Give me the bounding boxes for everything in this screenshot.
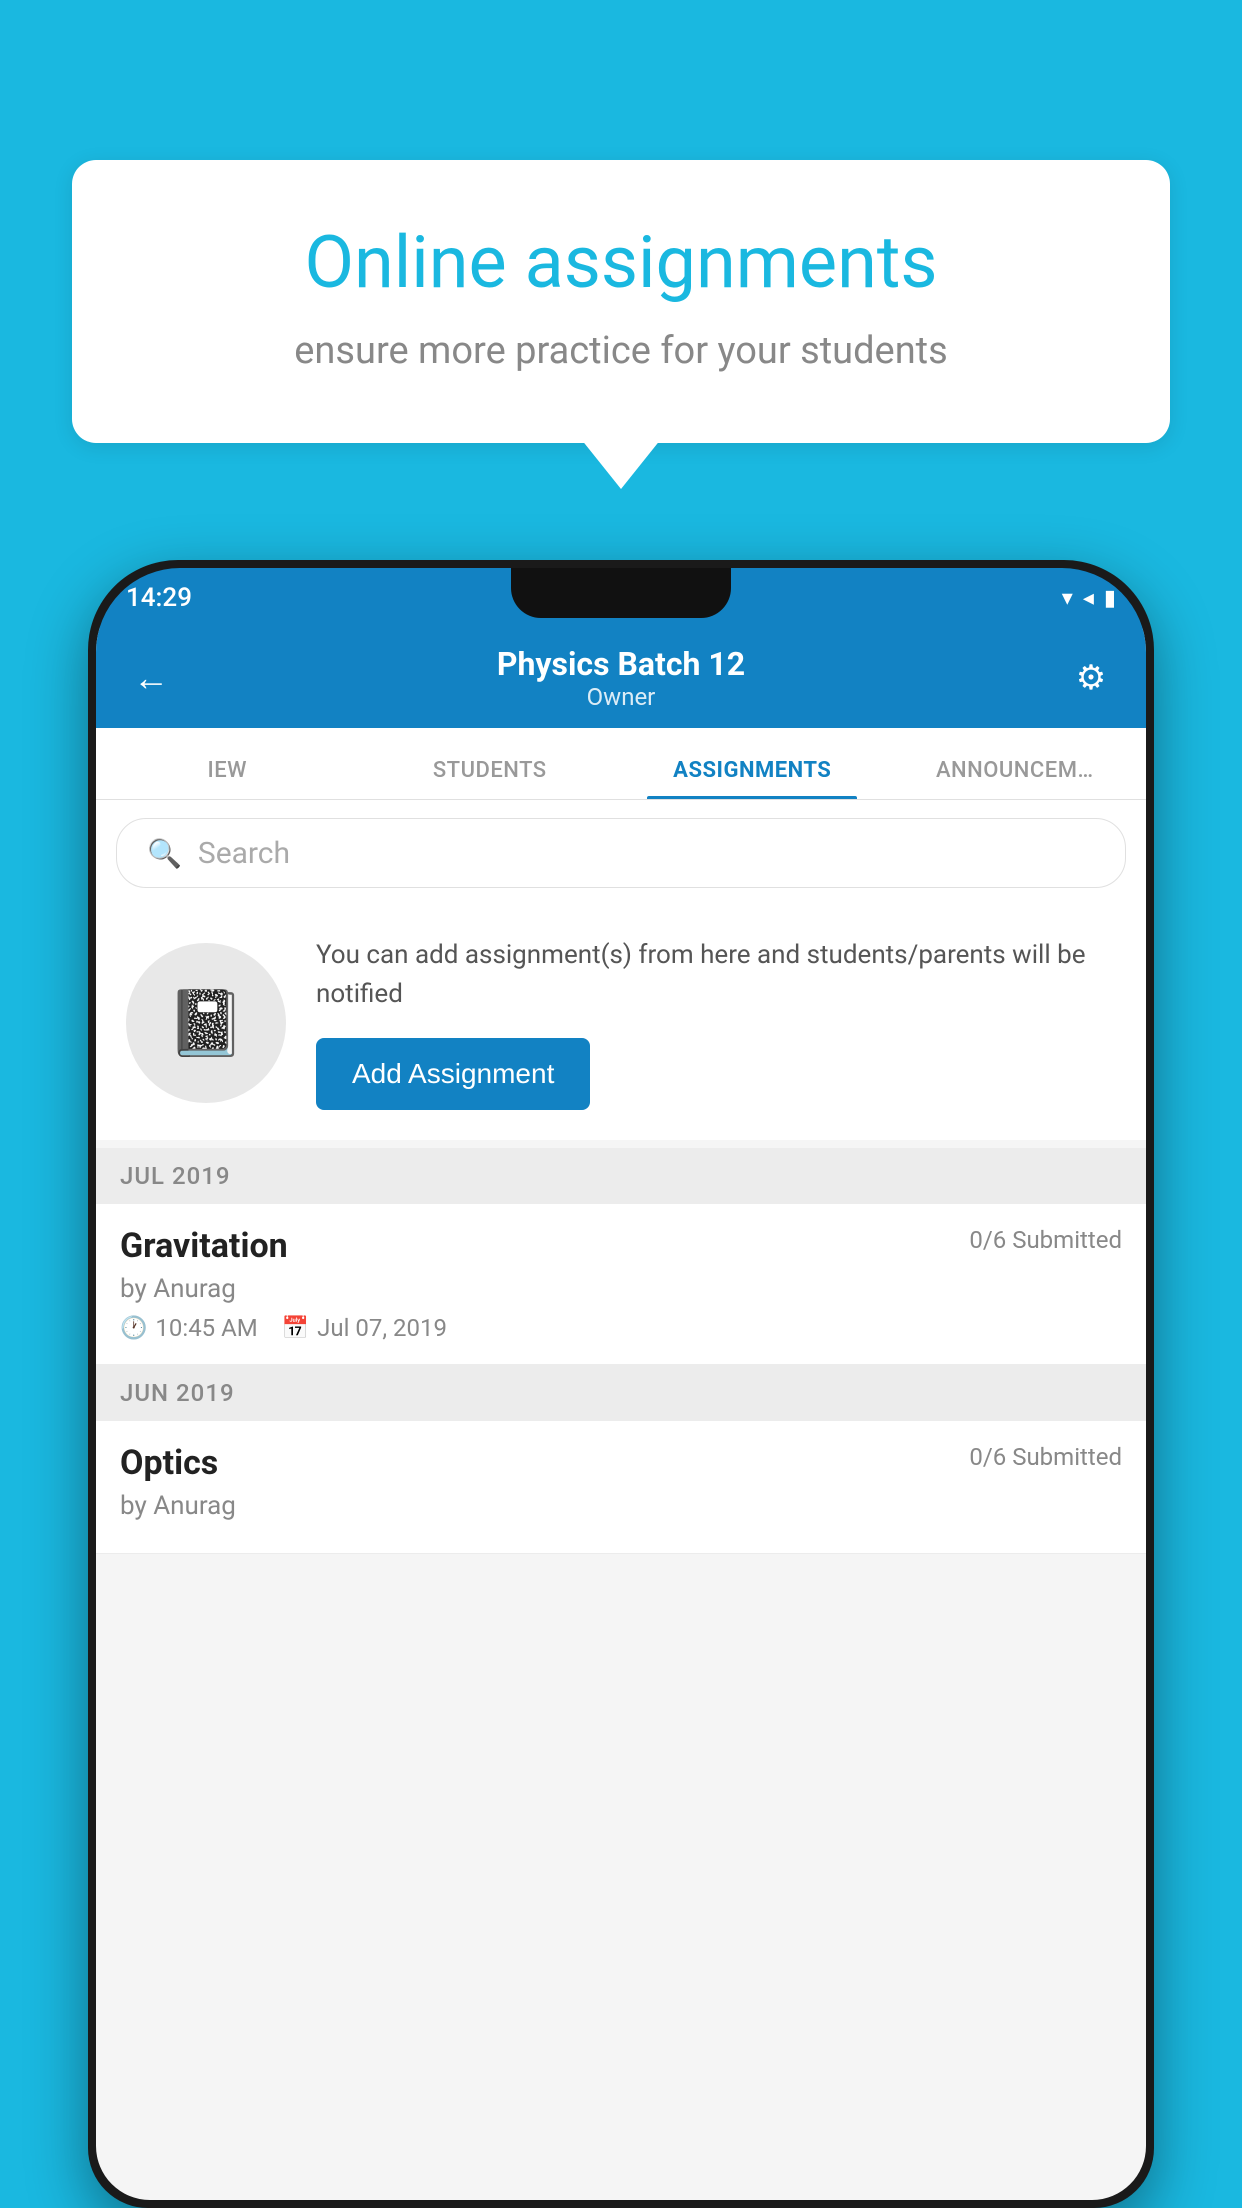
time-meta: 🕐 10:45 AM xyxy=(120,1314,258,1342)
add-assignment-button[interactable]: Add Assignment xyxy=(316,1038,590,1110)
search-container: 🔍 Search xyxy=(96,800,1146,906)
settings-button[interactable]: ⚙ xyxy=(1066,658,1116,698)
assignment-meta-gravitation: 🕐 10:45 AM 📅 Jul 07, 2019 xyxy=(120,1314,1122,1342)
prompt-description: You can add assignment(s) from here and … xyxy=(316,936,1116,1014)
signal-icon: ◂ xyxy=(1083,586,1094,611)
phone-notch xyxy=(511,568,731,618)
section-header-jul: JUL 2019 xyxy=(96,1148,1146,1204)
search-icon: 🔍 xyxy=(147,837,182,870)
search-placeholder: Search xyxy=(198,836,290,871)
calendar-icon: 📅 xyxy=(282,1316,309,1341)
assignment-submitted-gravitation: 0/6 Submitted xyxy=(969,1226,1122,1254)
tab-iew[interactable]: IEW xyxy=(96,758,359,799)
assignment-prompt-text: You can add assignment(s) from here and … xyxy=(316,936,1116,1110)
speech-bubble: Online assignments ensure more practice … xyxy=(72,160,1170,443)
assignment-date: Jul 07, 2019 xyxy=(317,1314,447,1342)
assignment-name-optics: Optics xyxy=(120,1443,218,1483)
assignment-time: 10:45 AM xyxy=(155,1314,257,1342)
phone-inner: 14:29 ▾ ◂ ▮ ← Physics Batch 12 Owner ⚙ xyxy=(96,568,1146,2200)
tab-announcements[interactable]: ANNOUNCEM… xyxy=(884,758,1147,799)
app-screen: ← Physics Batch 12 Owner ⚙ IEW STUDENTS … xyxy=(96,628,1146,2200)
assignment-prompt: 📓 You can add assignment(s) from here an… xyxy=(96,906,1146,1140)
notebook-icon: 📓 xyxy=(166,986,246,1061)
header-center: Physics Batch 12 Owner xyxy=(176,645,1066,711)
assignment-item-optics[interactable]: Optics 0/6 Submitted by Anurag xyxy=(96,1421,1146,1554)
assignment-by-gravitation: by Anurag xyxy=(120,1274,1122,1304)
battery-icon: ▮ xyxy=(1104,586,1116,611)
wifi-icon: ▾ xyxy=(1062,586,1073,611)
app-header: ← Physics Batch 12 Owner ⚙ xyxy=(96,628,1146,728)
back-button[interactable]: ← xyxy=(126,657,176,699)
speech-bubble-subtitle: ensure more practice for your students xyxy=(152,329,1090,373)
speech-bubble-container: Online assignments ensure more practice … xyxy=(72,160,1170,443)
assignment-icon-circle: 📓 xyxy=(126,943,286,1103)
clock-icon: 🕐 xyxy=(120,1316,147,1341)
tab-assignments[interactable]: ASSIGNMENTS xyxy=(621,758,884,799)
assignment-item-header: Gravitation 0/6 Submitted xyxy=(120,1226,1122,1266)
status-icons: ▾ ◂ ▮ xyxy=(1062,586,1116,611)
assignment-item-gravitation[interactable]: Gravitation 0/6 Submitted by Anurag 🕐 10… xyxy=(96,1204,1146,1365)
status-time: 14:29 xyxy=(126,583,192,613)
header-title: Physics Batch 12 xyxy=(176,645,1066,683)
tab-students[interactable]: STUDENTS xyxy=(359,758,622,799)
phone-frame: 14:29 ▾ ◂ ▮ ← Physics Batch 12 Owner ⚙ xyxy=(88,560,1154,2208)
assignment-submitted-optics: 0/6 Submitted xyxy=(969,1443,1122,1471)
speech-bubble-title: Online assignments xyxy=(152,220,1090,305)
assignment-item-header-optics: Optics 0/6 Submitted xyxy=(120,1443,1122,1483)
section-header-jun: JUN 2019 xyxy=(96,1365,1146,1421)
header-subtitle: Owner xyxy=(176,683,1066,711)
assignment-by-optics: by Anurag xyxy=(120,1491,1122,1521)
search-bar[interactable]: 🔍 Search xyxy=(116,818,1126,888)
tabs-bar: IEW STUDENTS ASSIGNMENTS ANNOUNCEM… xyxy=(96,728,1146,800)
date-meta: 📅 Jul 07, 2019 xyxy=(282,1314,447,1342)
assignment-name-gravitation: Gravitation xyxy=(120,1226,288,1266)
